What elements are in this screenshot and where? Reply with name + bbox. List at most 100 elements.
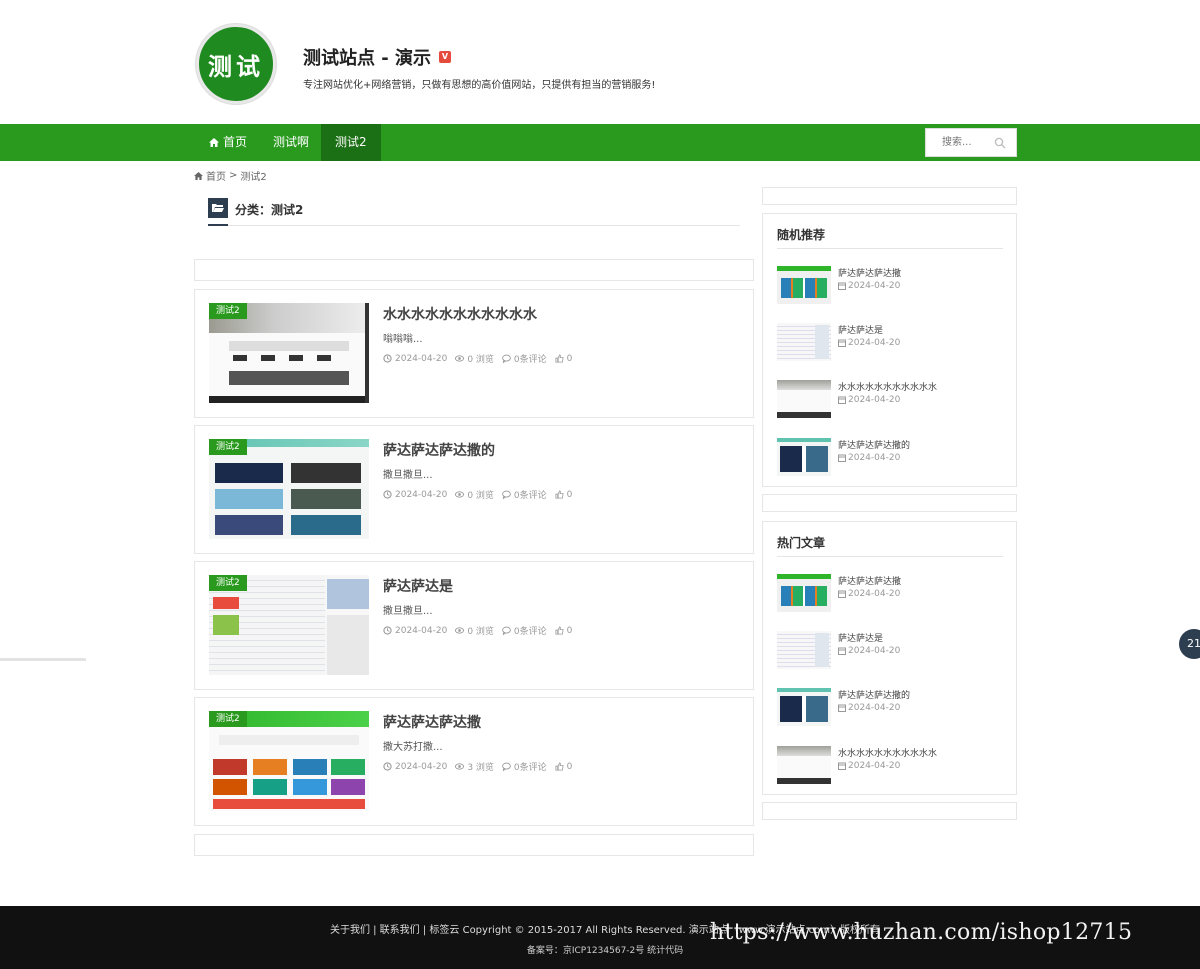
item-title[interactable]: 萨达萨达是 bbox=[838, 631, 883, 644]
post-comments[interactable]: 0条评论 bbox=[514, 760, 547, 773]
search-input[interactable] bbox=[926, 129, 988, 156]
list-item[interactable]: 萨达萨达萨达撒 2024-04-20 bbox=[777, 574, 1003, 614]
post-meta: 2024-04-20 0 浏览 0条评论 0 bbox=[383, 488, 572, 501]
verified-badge-icon: V bbox=[439, 51, 452, 63]
search-icon[interactable] bbox=[994, 137, 1006, 149]
calendar-icon bbox=[838, 339, 846, 347]
main-nav: 首页 测试啊 测试2 bbox=[0, 124, 1200, 161]
post-card[interactable]: 测试2 萨达萨达是 撒旦撒旦... 2024-04-20 0 浏览 0条评论 0 bbox=[194, 561, 754, 690]
ad-slot bbox=[194, 259, 754, 281]
breadcrumb-separator: > bbox=[229, 170, 238, 181]
site-title-text: 测试站点 - 演示 bbox=[303, 48, 432, 69]
list-item[interactable]: 萨达萨达萨达撒的 2024-04-20 bbox=[777, 688, 1003, 728]
item-thumbnail[interactable] bbox=[777, 688, 831, 726]
item-thumbnail[interactable] bbox=[777, 631, 831, 669]
category-header: 分类：测试2 bbox=[194, 187, 754, 229]
item-date: 2024-04-20 bbox=[848, 589, 901, 599]
site-title[interactable]: 测试站点 - 演示 V bbox=[303, 44, 452, 70]
nav-item-home[interactable]: 首页 bbox=[195, 124, 261, 161]
post-card[interactable]: 测试2 水水水水水水水水水水水 嗡嗡嗡... 2024-04-20 0 浏览 0… bbox=[194, 289, 754, 418]
post-category-tag[interactable]: 测试2 bbox=[209, 711, 247, 727]
item-date: 2024-04-20 bbox=[848, 338, 901, 348]
post-category-tag[interactable]: 测试2 bbox=[209, 575, 247, 591]
nav-item-test2[interactable]: 测试2 bbox=[321, 124, 381, 161]
item-thumbnail[interactable] bbox=[777, 746, 831, 784]
item-date: 2024-04-20 bbox=[848, 453, 901, 463]
widget-hot: 热门文章 萨达萨达萨达撒 2024-04-20 萨达萨达是 2024-04-20… bbox=[762, 521, 1017, 795]
category-label: 分类：测试2 bbox=[235, 203, 304, 217]
list-item[interactable]: 萨达萨达是 2024-04-20 bbox=[777, 323, 1003, 363]
floating-counter-button[interactable]: 21 bbox=[1179, 629, 1200, 659]
item-title[interactable]: 萨达萨达是 bbox=[838, 323, 883, 336]
sidebar-ad-slot bbox=[762, 494, 1017, 512]
thumbs-up-icon bbox=[555, 626, 564, 635]
item-title[interactable]: 萨达萨达萨达撒的 bbox=[838, 438, 910, 451]
post-likes[interactable]: 0 bbox=[567, 626, 573, 636]
post-date: 2024-04-20 bbox=[395, 353, 448, 364]
post-comments[interactable]: 0条评论 bbox=[514, 624, 547, 637]
site-logo[interactable]: 测试 bbox=[196, 24, 276, 104]
post-title[interactable]: 萨达萨达萨达撒的 bbox=[383, 440, 495, 460]
item-title[interactable]: 萨达萨达萨达撒的 bbox=[838, 688, 910, 701]
home-icon bbox=[194, 171, 203, 180]
thumbs-up-icon bbox=[555, 490, 564, 499]
divider bbox=[777, 556, 1003, 557]
widget-title: 随机推荐 bbox=[777, 228, 826, 242]
watermark-url: https://www.huzhan.com/ishop12715 bbox=[710, 920, 1133, 945]
post-meta: 2024-04-20 0 浏览 0条评论 0 bbox=[383, 352, 572, 365]
nav-item-label: 测试啊 bbox=[273, 135, 310, 149]
post-comments[interactable]: 0条评论 bbox=[514, 352, 547, 365]
item-title[interactable]: 水水水水水水水水水水水 bbox=[838, 746, 937, 759]
post-likes[interactable]: 0 bbox=[567, 490, 573, 500]
post-excerpt: 撒旦撒旦... bbox=[383, 470, 433, 481]
post-likes[interactable]: 0 bbox=[567, 762, 573, 772]
post-card[interactable]: 测试2 萨达萨达萨达撒的 撒旦撒旦... 2024-04-20 0 浏览 0条评… bbox=[194, 425, 754, 554]
post-date: 2024-04-20 bbox=[395, 625, 448, 636]
eye-icon bbox=[455, 627, 465, 634]
item-title[interactable]: 萨达萨达萨达撒 bbox=[838, 574, 901, 587]
post-title[interactable]: 萨达萨达萨达撒 bbox=[383, 712, 481, 732]
item-date: 2024-04-20 bbox=[848, 646, 901, 656]
list-item[interactable]: 水水水水水水水水水水水 2024-04-20 bbox=[777, 746, 1003, 786]
post-views: 0 浏览 bbox=[467, 491, 494, 501]
item-thumbnail[interactable] bbox=[777, 323, 831, 361]
eye-icon bbox=[455, 491, 465, 498]
post-views: 0 浏览 bbox=[467, 355, 494, 365]
post-excerpt: 撒旦撒旦... bbox=[383, 606, 433, 617]
item-title[interactable]: 水水水水水水水水水水水 bbox=[838, 380, 937, 393]
site-header: 测试 测试站点 - 演示 V 专注网站优化+网络营销，只做有思想的高价值网站，只… bbox=[0, 0, 1200, 124]
thumbs-up-icon bbox=[555, 354, 564, 363]
post-category-tag[interactable]: 测试2 bbox=[209, 303, 247, 319]
clock-icon bbox=[383, 354, 392, 363]
post-category-tag[interactable]: 测试2 bbox=[209, 439, 247, 455]
list-item[interactable]: 萨达萨达萨达撒 2024-04-20 bbox=[777, 266, 1003, 306]
item-thumbnail[interactable] bbox=[777, 438, 831, 476]
post-card[interactable]: 测试2 萨达萨达萨达撒 撒大苏打撒... 2024-04-20 3 浏览 0条评… bbox=[194, 697, 754, 826]
breadcrumb: 首页 > 测试2 bbox=[194, 168, 267, 183]
item-date: 2024-04-20 bbox=[848, 281, 901, 291]
post-title[interactable]: 水水水水水水水水水水水 bbox=[383, 304, 537, 324]
item-thumbnail[interactable] bbox=[777, 266, 831, 304]
clock-icon bbox=[383, 626, 392, 635]
post-title[interactable]: 萨达萨达是 bbox=[383, 576, 453, 596]
side-scroll-indicator bbox=[0, 658, 86, 661]
post-comments[interactable]: 0条评论 bbox=[514, 488, 547, 501]
post-meta: 2024-04-20 0 浏览 0条评论 0 bbox=[383, 624, 572, 637]
post-date: 2024-04-20 bbox=[395, 761, 448, 772]
breadcrumb-current[interactable]: 测试2 bbox=[240, 168, 266, 183]
post-views: 3 浏览 bbox=[467, 763, 494, 773]
calendar-icon bbox=[838, 454, 846, 462]
post-likes[interactable]: 0 bbox=[567, 354, 573, 364]
list-item[interactable]: 水水水水水水水水水水水 2024-04-20 bbox=[777, 380, 1003, 420]
item-thumbnail[interactable] bbox=[777, 380, 831, 418]
breadcrumb-home-link[interactable]: 首页 bbox=[206, 168, 226, 183]
nav-item-test[interactable]: 测试啊 bbox=[259, 124, 323, 161]
list-item[interactable]: 萨达萨达是 2024-04-20 bbox=[777, 631, 1003, 671]
comment-icon bbox=[502, 626, 511, 635]
home-icon bbox=[209, 138, 219, 147]
clock-icon bbox=[383, 490, 392, 499]
item-date: 2024-04-20 bbox=[848, 703, 901, 713]
item-title[interactable]: 萨达萨达萨达撒 bbox=[838, 266, 901, 279]
item-thumbnail[interactable] bbox=[777, 574, 831, 612]
list-item[interactable]: 萨达萨达萨达撒的 2024-04-20 bbox=[777, 438, 1003, 478]
